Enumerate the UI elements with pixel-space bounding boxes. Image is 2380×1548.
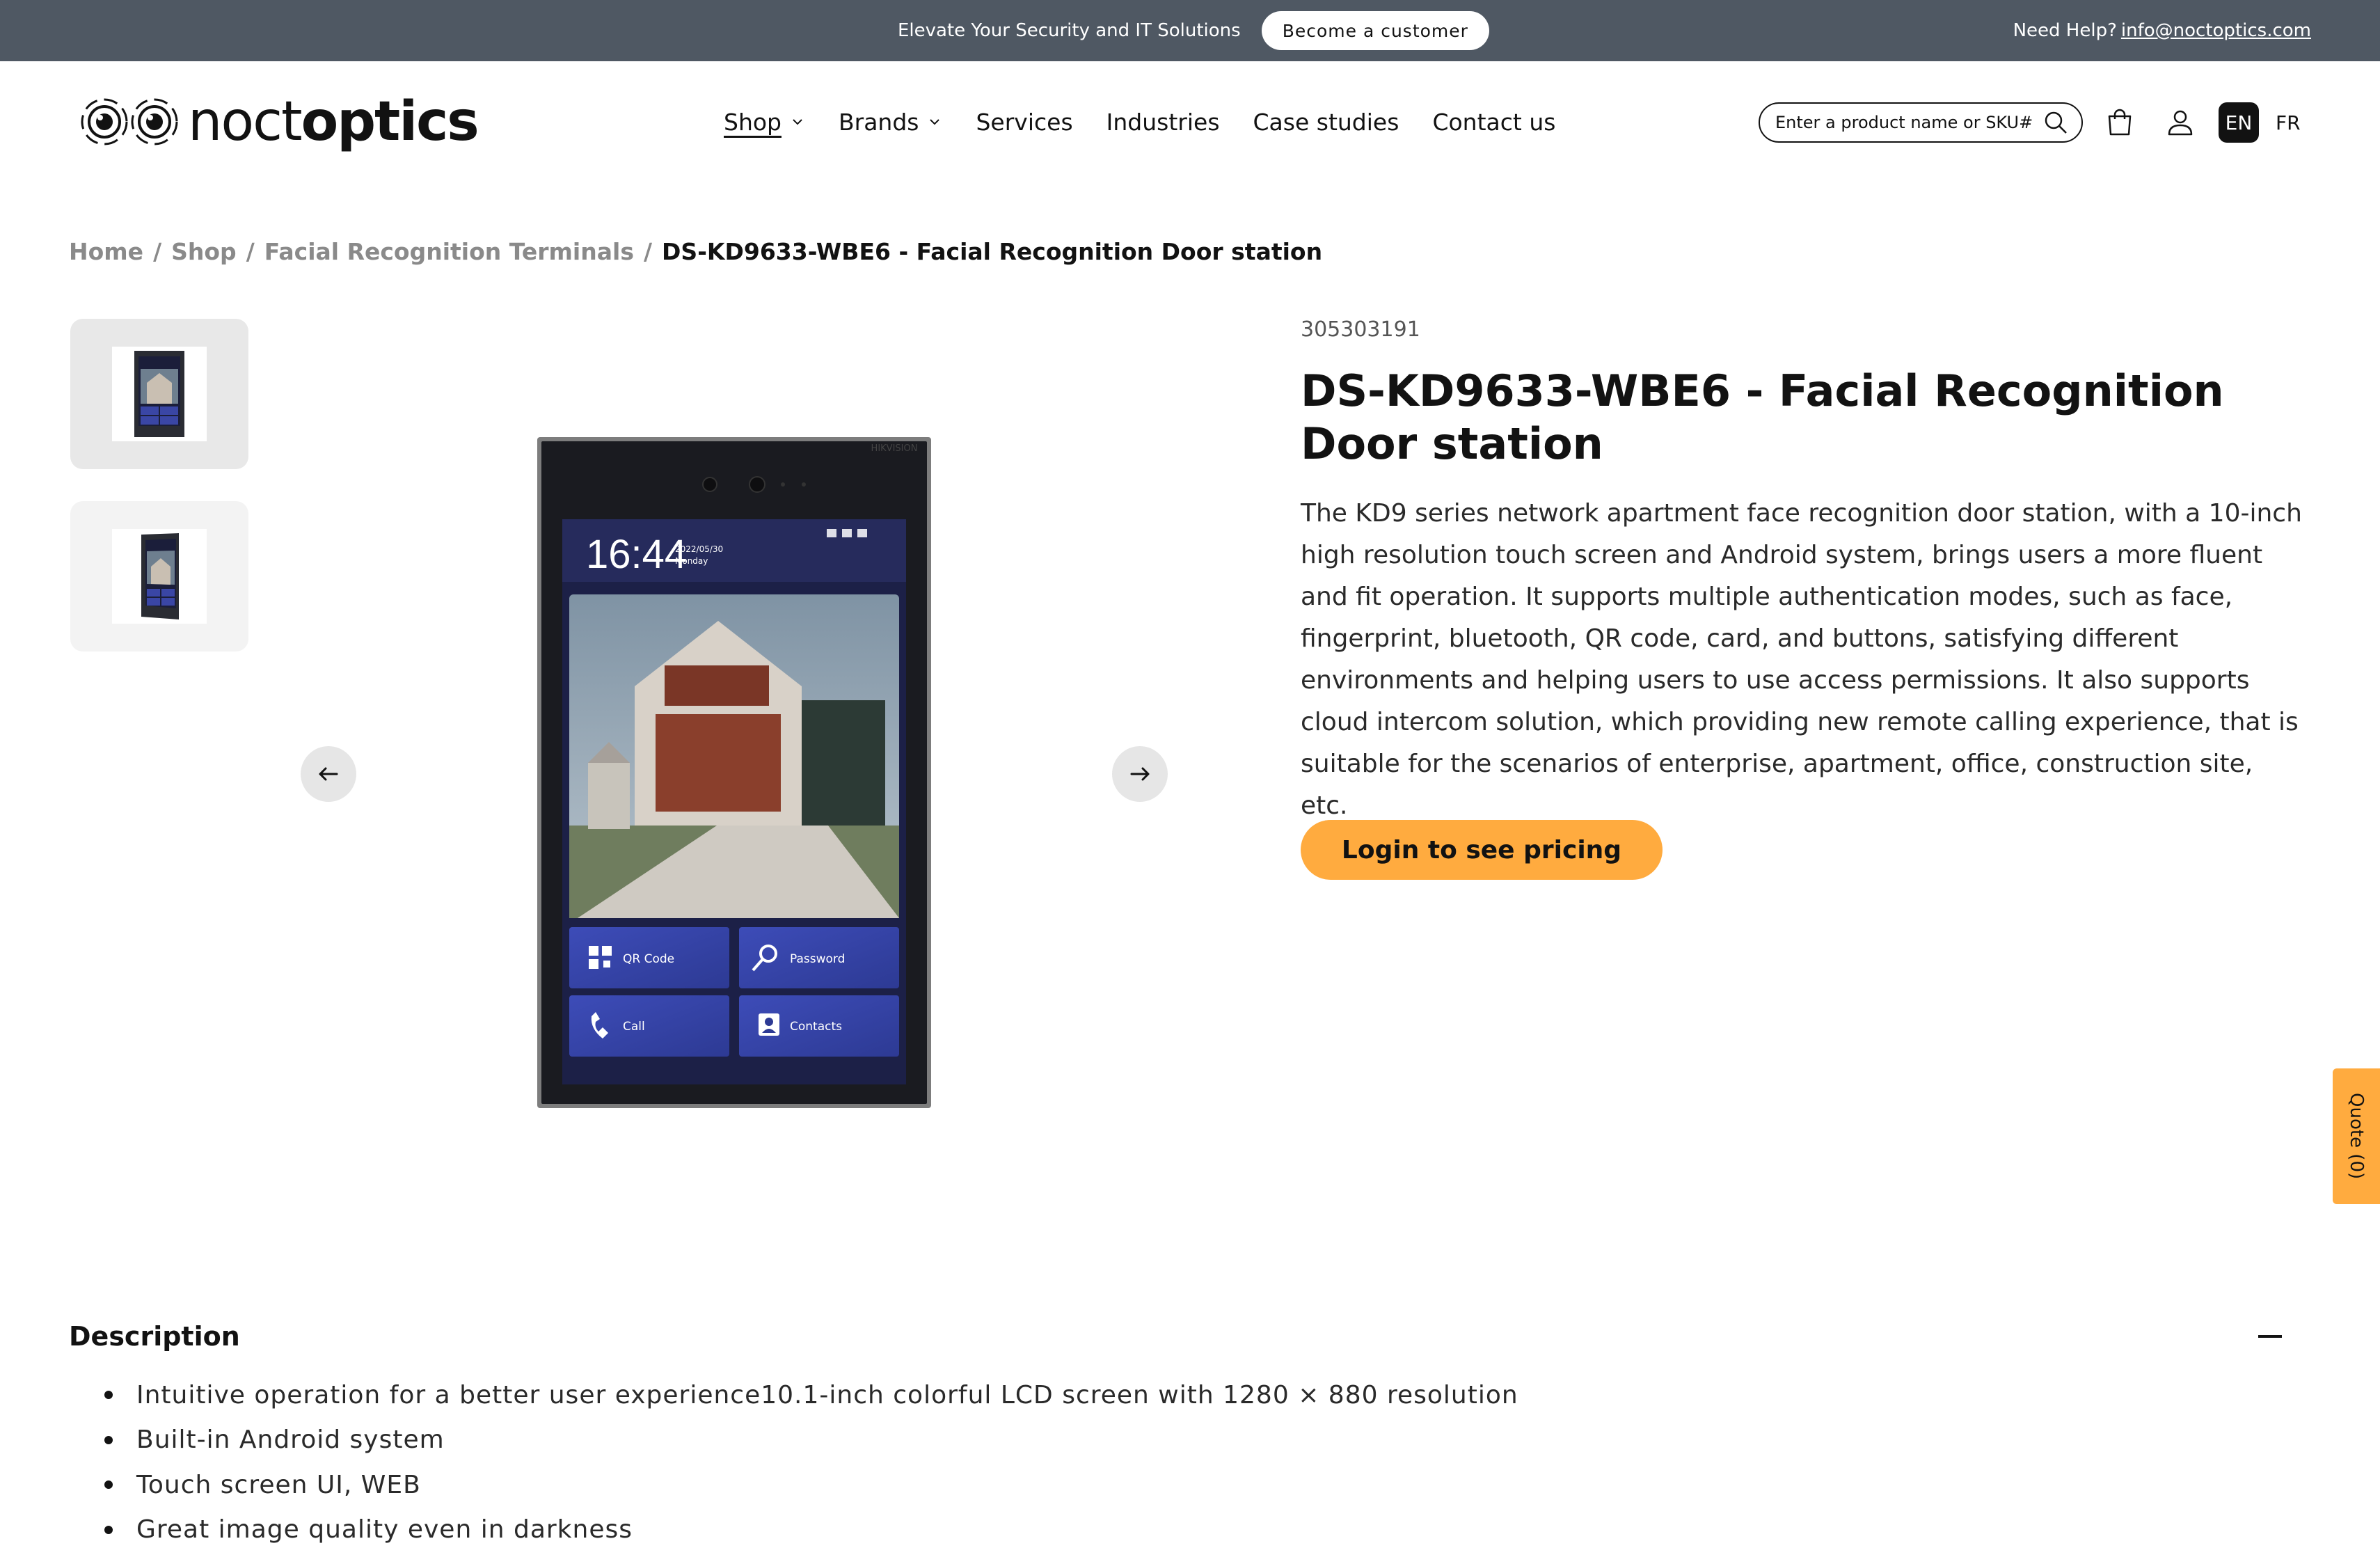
device-weekday: Monday [675,556,708,566]
device-time: 16:44 [586,532,687,577]
breadcrumb-home[interactable]: Home [69,238,143,265]
breadcrumb-separator: / [643,238,653,265]
help-contact: Need Help? info@noctoptics.com [2013,0,2311,61]
become-customer-button[interactable]: Become a customer [1261,11,1489,50]
list-item: Touch screen UI, WEB [104,1462,1518,1508]
nav-shop[interactable]: Shop [724,109,805,136]
nav-contact-us[interactable]: Contact us [1432,109,1555,136]
tile-password: Password [790,952,845,966]
login-to-see-pricing-button[interactable]: Login to see pricing [1301,820,1663,880]
main-nav: Shop Brands Services Industries Case stu… [724,103,1555,141]
promo-text: Elevate Your Security and IT Solutions [898,20,1241,41]
chevron-down-icon [793,119,802,125]
cart-icon[interactable] [2102,104,2138,141]
description-bullets: Intuitive operation for a better user ex… [104,1373,1518,1548]
breadcrumb-separator: / [246,238,255,265]
logo[interactable]: noctoptics [78,90,479,153]
product-main-image: HIKVISION 16:44 2022/05/30 Monday QR Cod… [536,436,933,1109]
logo-wordmark: noctoptics [188,90,479,153]
contacts-icon [759,1013,779,1036]
announcement-bar: Elevate Your Security and IT Solutions B… [0,0,2380,61]
product-title: DS-KD9633-WBE6 - Facial Recognition Door… [1301,365,2224,469]
product-sku: 305303191 [1301,317,1420,342]
description-accordion-header[interactable]: Description [69,1316,2296,1357]
language-en-button[interactable]: EN [2219,102,2259,143]
gallery-thumbnail-2[interactable] [70,501,248,651]
arrow-left-icon [319,767,338,781]
list-item: Intuitive operation for a better user ex… [104,1373,1518,1418]
tile-contacts: Contacts [790,1020,842,1034]
device-date: 2022/05/30 [675,544,723,554]
product-description: The KD9 series network apartment face re… [1301,499,2302,820]
gallery-thumbnail-1[interactable] [70,319,248,469]
search-input[interactable] [1775,113,2042,132]
previous-image-button[interactable] [301,746,356,802]
promo: Elevate Your Security and IT Solutions B… [898,0,1489,61]
quote-tab[interactable]: Quote (0) [2333,1068,2380,1204]
search-icon[interactable] [2042,109,2069,136]
site-header: noctoptics Shop Brands Services Industri… [0,61,2380,180]
next-image-button[interactable] [1112,746,1168,802]
collapse-minus-icon[interactable] [2258,1335,2282,1338]
breadcrumb-separator: / [153,238,162,265]
list-item: Built-in Android system [104,1418,1518,1463]
account-icon[interactable] [2162,104,2198,141]
tile-call: Call [623,1020,645,1034]
tile-qr-code: QR Code [623,952,674,966]
thumbnail-image [112,347,207,441]
arrow-right-icon [1130,767,1150,781]
help-prefix: Need Help? [2013,20,2117,41]
brand-mark: HIKVISION [871,443,918,454]
list-item: Great image quality even in darkness [104,1508,1518,1548]
nav-case-studies[interactable]: Case studies [1253,109,1399,136]
search-bar [1759,102,2083,143]
thumbnail-image [112,529,207,624]
breadcrumb: Home / Shop / Facial Recognition Termina… [69,238,1322,265]
nav-industries[interactable]: Industries [1106,109,1220,136]
nav-services[interactable]: Services [976,109,1072,136]
help-email-link[interactable]: info@noctoptics.com [2121,20,2311,41]
breadcrumb-shop[interactable]: Shop [171,238,237,265]
logo-eyes-icon [78,94,182,150]
breadcrumb-current: DS-KD9633-WBE6 - Facial Recognition Door… [662,238,1323,265]
language-fr-button[interactable]: FR [2276,102,2301,143]
description-heading: Description [69,1321,240,1352]
breadcrumb-category[interactable]: Facial Recognition Terminals [264,238,634,265]
nav-brands[interactable]: Brands [839,109,942,136]
quote-tab-label: Quote (0) [2346,1093,2367,1180]
chevron-down-icon [930,119,940,125]
